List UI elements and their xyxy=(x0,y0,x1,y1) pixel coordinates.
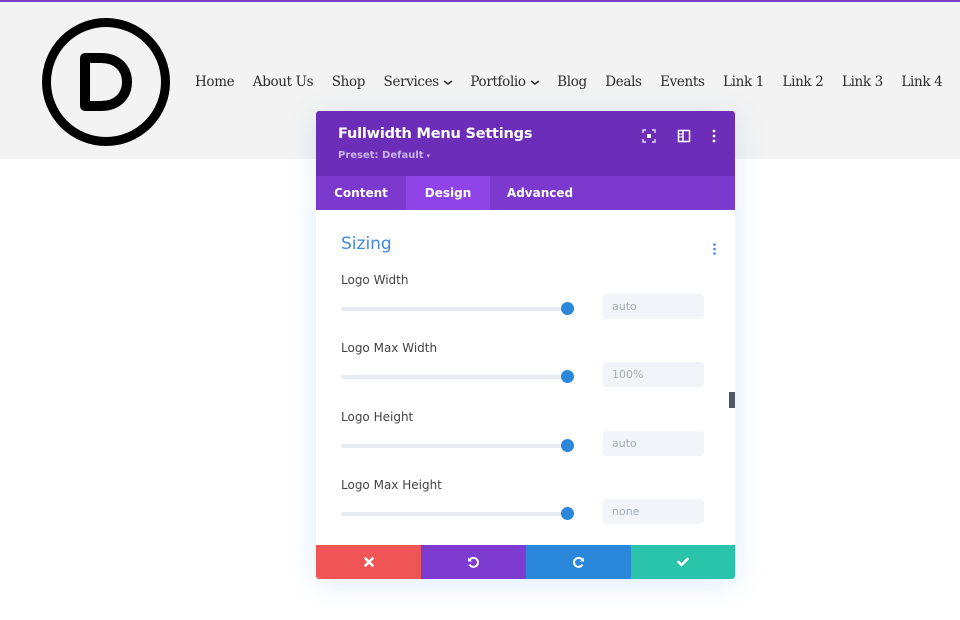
check-icon xyxy=(677,557,689,567)
modal-header[interactable]: Fullwidth Menu Settings Preset: Default ▾ xyxy=(316,111,735,176)
preset-label: Preset: Default xyxy=(338,150,424,161)
nav-item-services[interactable]: Services xyxy=(383,74,453,90)
nav-item-shop[interactable]: Shop xyxy=(331,74,366,90)
close-icon xyxy=(363,557,374,567)
caret-down-icon: ▾ xyxy=(426,152,431,160)
logo-height-slider[interactable] xyxy=(341,444,567,448)
undo-icon xyxy=(468,556,479,568)
nav-label: Shop xyxy=(331,74,366,90)
section-title-sizing[interactable]: Sizing xyxy=(341,234,392,254)
field-label-logo-width: Logo Width xyxy=(341,273,409,287)
logo-max-height-input[interactable] xyxy=(603,499,704,524)
field-label-logo-max-width: Logo Max Width xyxy=(341,341,438,355)
logo-d-icon xyxy=(80,53,132,111)
logo-max-width-input[interactable] xyxy=(603,362,704,387)
field-label-logo-height: Logo Height xyxy=(341,410,414,424)
nav-label: Portfolio xyxy=(470,74,526,90)
redo-button[interactable] xyxy=(526,545,631,579)
cancel-button[interactable] xyxy=(316,545,421,579)
nav-label: Blog xyxy=(557,74,587,90)
nav-label: About Us xyxy=(252,74,314,90)
logo-max-height-slider[interactable] xyxy=(341,512,567,516)
nav-item-portfolio[interactable]: Portfolio xyxy=(470,74,540,90)
nav-label: Link 1 xyxy=(723,74,764,90)
nav-label: Home xyxy=(195,74,235,90)
nav-item-deals[interactable]: Deals xyxy=(605,74,642,90)
nav-label: Link 2 xyxy=(782,74,824,90)
more-options-icon[interactable] xyxy=(707,128,721,143)
tab-advanced[interactable]: Advanced xyxy=(490,176,590,210)
nav-item-link-3[interactable]: Link 3 xyxy=(842,74,883,90)
main-nav: Home About Us Shop Services Portfolio Bl… xyxy=(195,72,960,92)
save-button[interactable] xyxy=(631,545,735,579)
sidebar-layout-icon[interactable] xyxy=(677,128,691,143)
focus-mode-icon[interactable] xyxy=(642,128,656,143)
modal-body: Sizing Logo Width Logo Max Width Logo He… xyxy=(316,210,735,545)
nav-label: Link 4 xyxy=(901,74,943,90)
logo-width-slider[interactable] xyxy=(341,307,567,311)
modal-tabs: Content Design Advanced xyxy=(316,176,735,210)
nav-label: Services xyxy=(383,74,440,90)
nav-item-about-us[interactable]: About Us xyxy=(252,74,314,90)
modal-title: Fullwidth Menu Settings xyxy=(338,126,533,142)
logo-width-slider-handle[interactable] xyxy=(560,302,574,315)
chevron-down-icon xyxy=(443,78,453,87)
logo-height-input[interactable] xyxy=(603,431,704,456)
tab-design[interactable]: Design xyxy=(406,176,490,210)
nav-item-home[interactable]: Home xyxy=(195,74,235,90)
preset-selector[interactable]: Preset: Default ▾ xyxy=(338,150,430,161)
settings-modal: Fullwidth Menu Settings Preset: Default ▾… xyxy=(316,111,735,579)
logo-max-width-slider[interactable] xyxy=(341,375,567,379)
nav-item-link-4[interactable]: Link 4 xyxy=(901,74,942,90)
nav-item-link-1[interactable]: Link 1 xyxy=(723,74,764,90)
nav-item-blog[interactable]: Blog xyxy=(557,74,587,90)
field-label-logo-max-height: Logo Max Height xyxy=(341,478,442,492)
logo-width-input[interactable] xyxy=(603,294,704,319)
logo-height-slider-handle[interactable] xyxy=(560,439,574,452)
redo-icon xyxy=(573,556,584,568)
nav-label: Events xyxy=(660,74,705,90)
section-more-icon[interactable] xyxy=(713,240,716,255)
nav-item-link-2[interactable]: Link 2 xyxy=(783,74,824,90)
nav-item-events[interactable]: Events xyxy=(660,74,705,90)
modal-scrollbar[interactable] xyxy=(729,392,735,408)
nav-label: Link 3 xyxy=(841,74,883,90)
site-logo[interactable] xyxy=(42,18,170,146)
logo-max-width-slider-handle[interactable] xyxy=(560,370,574,383)
nav-label: Deals xyxy=(605,74,642,90)
modal-footer xyxy=(316,545,735,579)
undo-button[interactable] xyxy=(421,545,526,579)
chevron-down-icon xyxy=(529,78,540,87)
logo-max-height-slider-handle[interactable] xyxy=(560,507,574,520)
tab-content[interactable]: Content xyxy=(316,176,406,210)
